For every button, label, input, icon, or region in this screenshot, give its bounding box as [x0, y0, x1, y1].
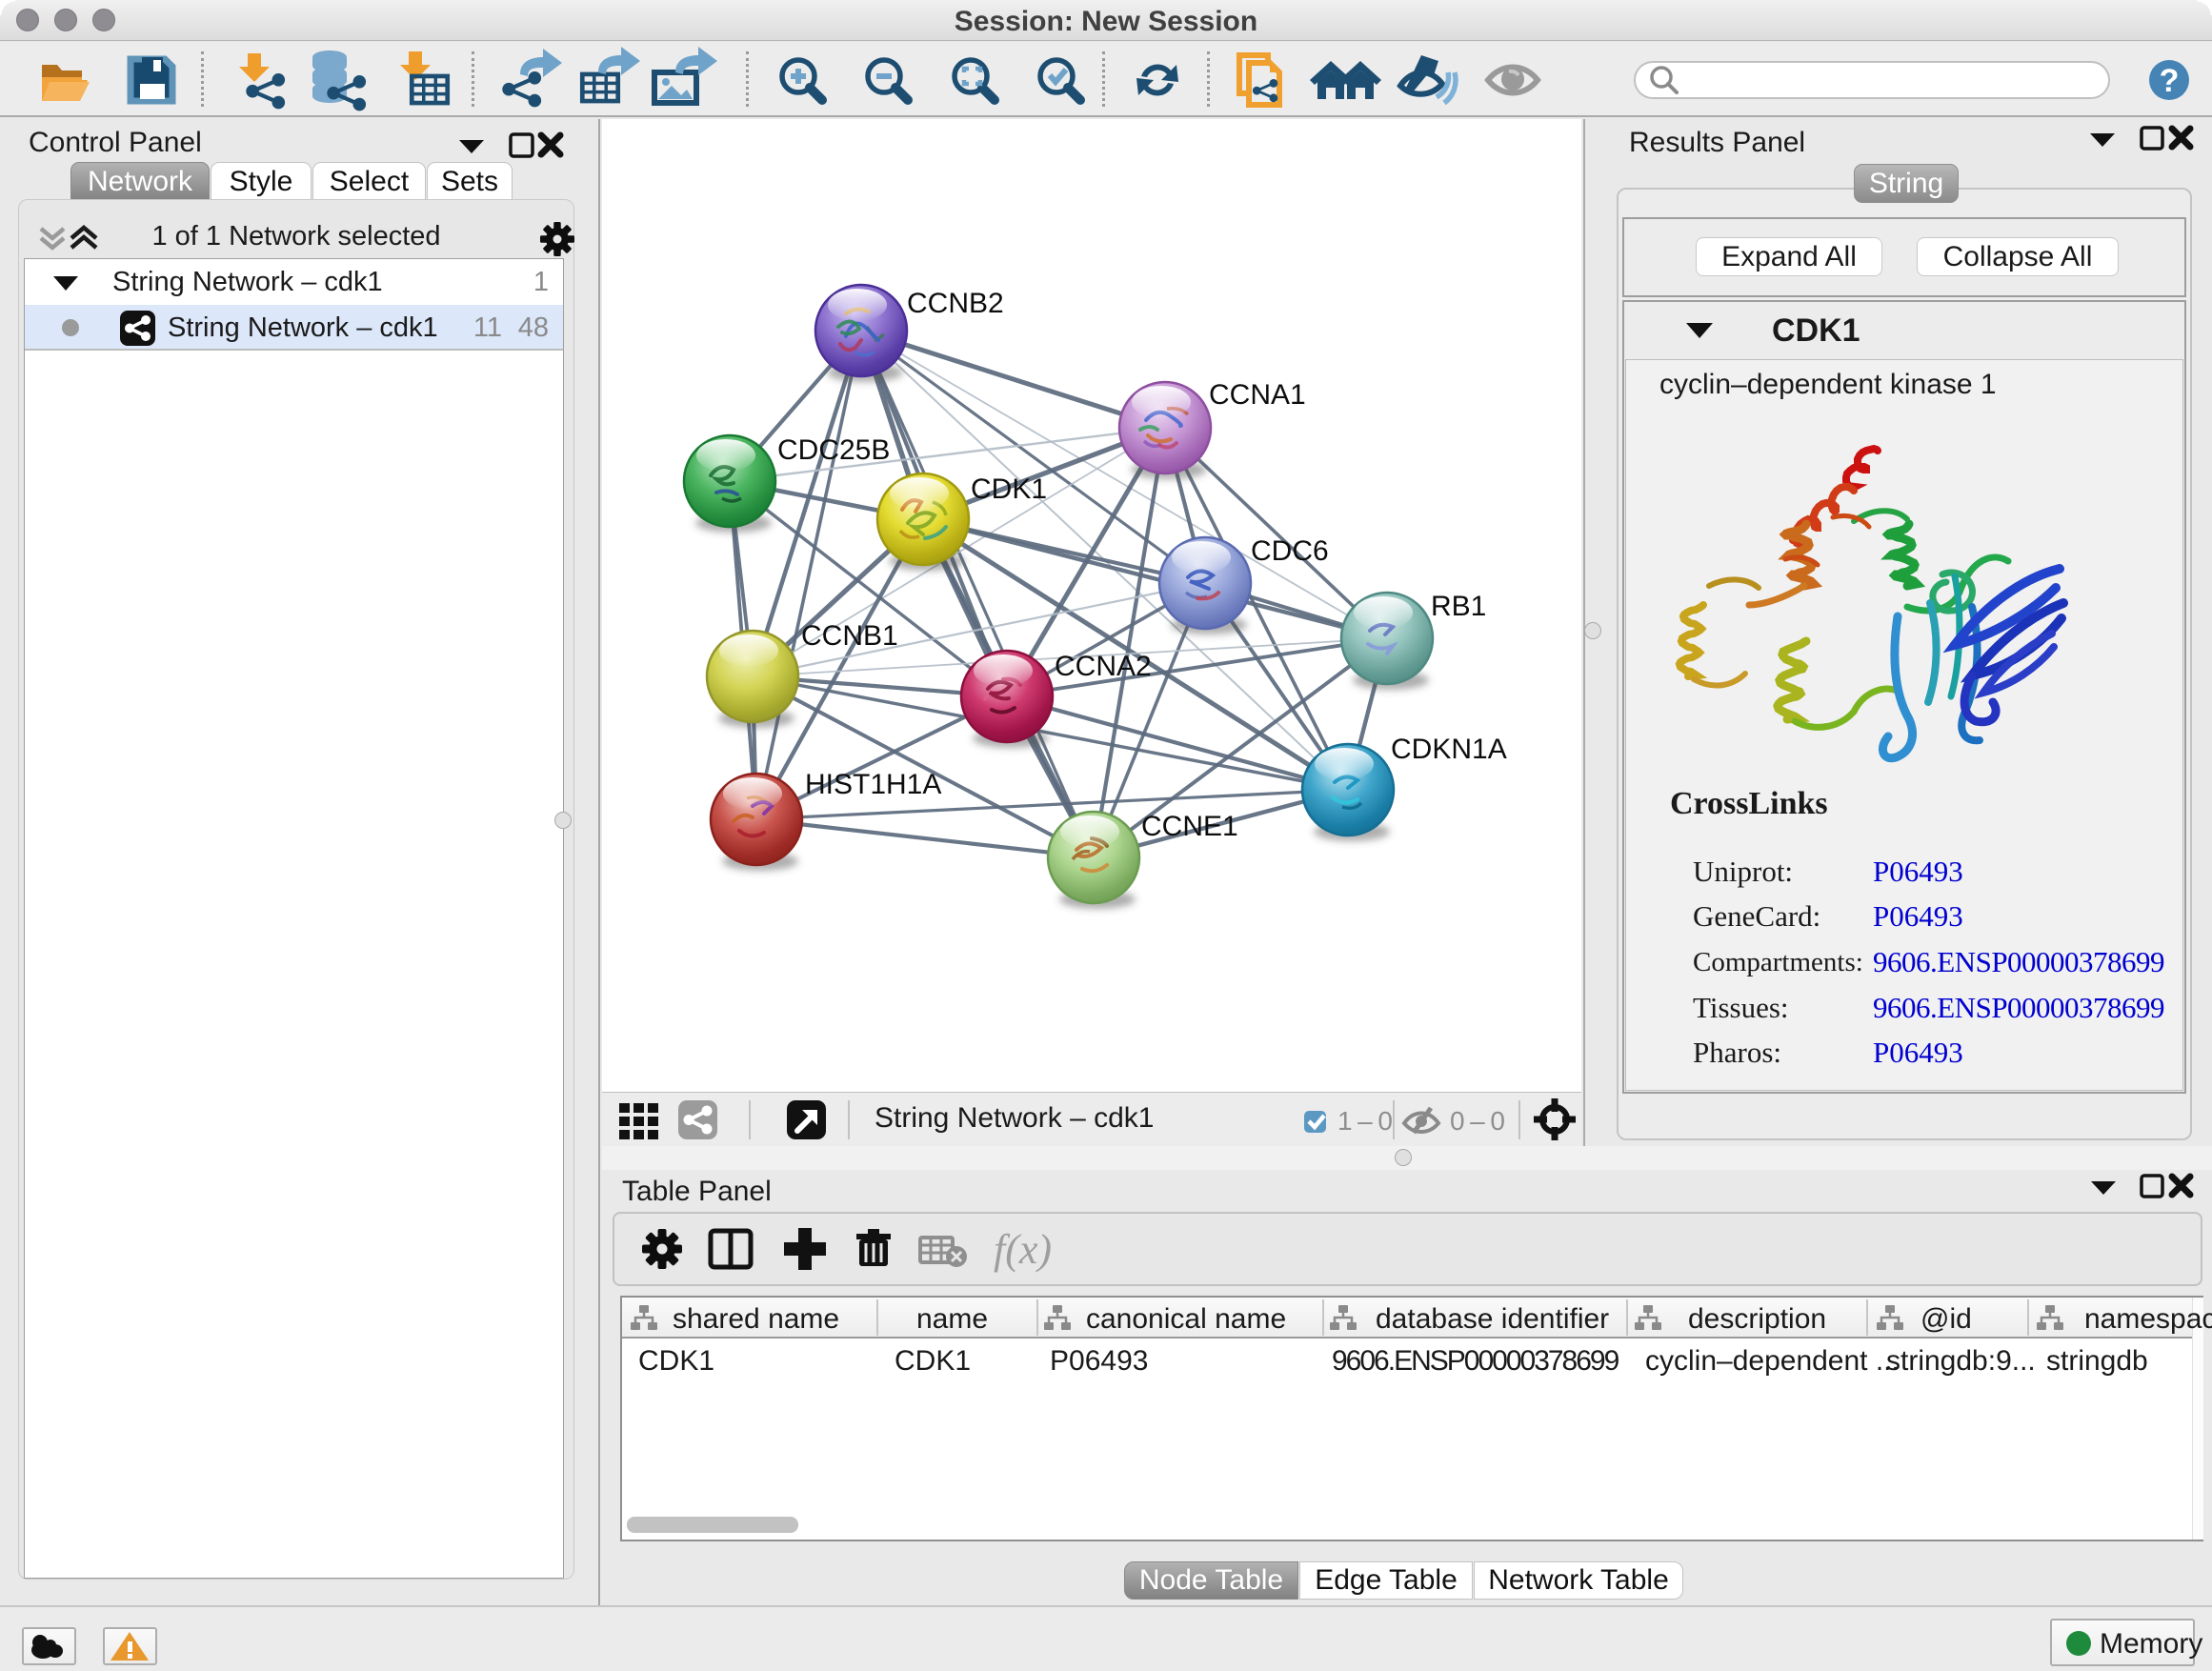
svg-text:RB1: RB1: [1431, 591, 1486, 622]
svg-text:CCNA1: CCNA1: [1209, 379, 1306, 411]
svg-text:HIST1H1A: HIST1H1A: [805, 769, 941, 800]
svg-text:CCNB2: CCNB2: [907, 288, 1004, 319]
svg-text:CDC6: CDC6: [1251, 535, 1329, 567]
svg-text:CDK1: CDK1: [971, 473, 1047, 505]
svg-text:CDKN1A: CDKN1A: [1391, 734, 1507, 765]
svg-text:CDC25B: CDC25B: [777, 434, 890, 466]
svg-text:CCNA2: CCNA2: [1055, 651, 1152, 682]
svg-text:CCNE1: CCNE1: [1141, 811, 1238, 842]
svg-text:CCNB1: CCNB1: [801, 620, 898, 652]
svg-text:?: ?: [2160, 63, 2180, 99]
